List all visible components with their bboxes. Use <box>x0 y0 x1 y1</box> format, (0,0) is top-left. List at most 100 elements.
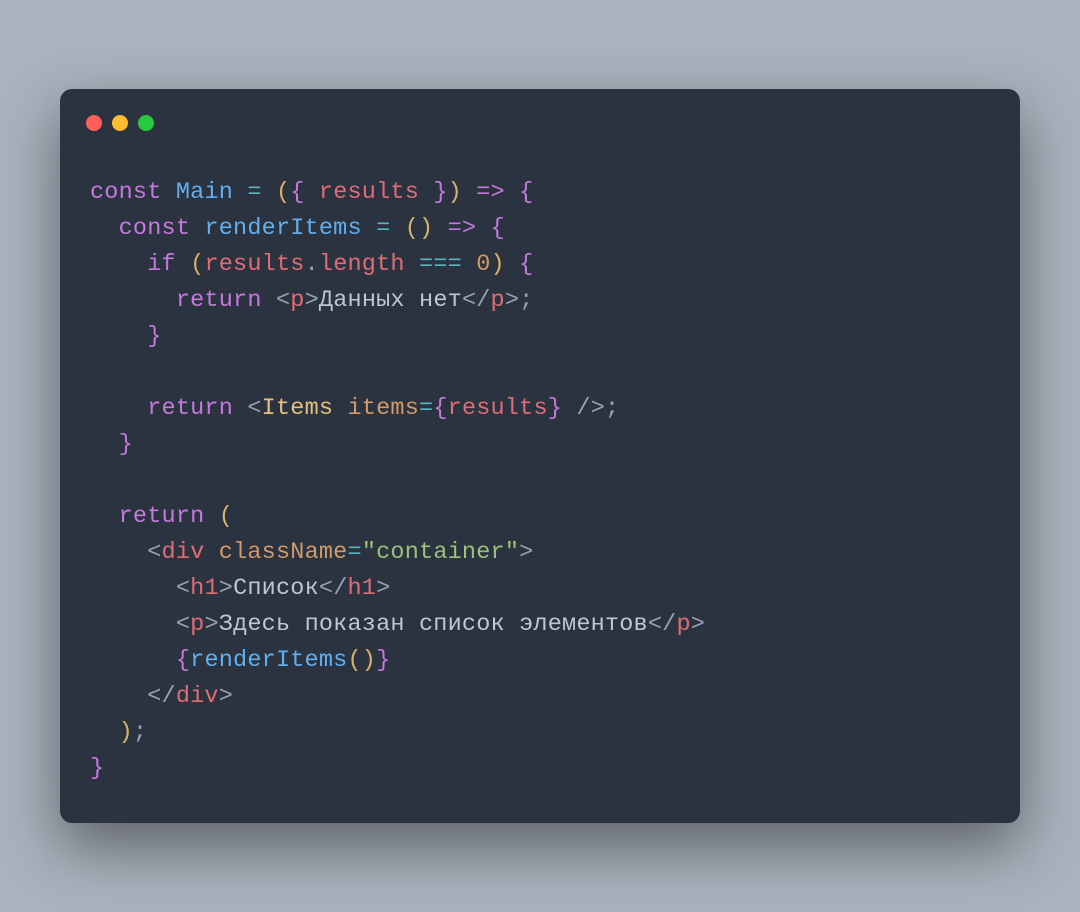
jsx-tag-div: div <box>162 539 205 566</box>
indent <box>90 719 119 746</box>
paren-open: ( <box>190 251 204 278</box>
jsx-gt: > <box>204 611 218 638</box>
paren-open: ( <box>276 179 290 206</box>
arrow: => <box>462 179 519 206</box>
code-window: const Main = ({ results }) => { const re… <box>60 89 1020 822</box>
indent <box>90 647 176 674</box>
indent <box>90 215 119 242</box>
keyword-if: if <box>147 251 176 278</box>
identifier-renderItems: renderItems <box>204 215 361 242</box>
jsx-ltc: </ <box>648 611 677 638</box>
jsx-tag-h1: h1 <box>348 575 377 602</box>
indent <box>90 611 176 638</box>
space <box>176 251 190 278</box>
close-icon[interactable] <box>86 115 102 131</box>
window-traffic-lights <box>86 115 990 131</box>
call-renderItems: renderItems <box>190 647 347 674</box>
member-length: length <box>319 251 405 278</box>
keyword-return: return <box>119 503 205 530</box>
jsx-brace-close: } <box>376 647 390 674</box>
code-block: const Main = ({ results }) => { const re… <box>90 175 990 786</box>
jsx-tag-p: p <box>190 611 204 638</box>
indent <box>90 431 119 458</box>
keyword-const: const <box>119 215 191 242</box>
brace-open: { <box>290 179 319 206</box>
minimize-icon[interactable] <box>112 115 128 131</box>
jsx-lt: < <box>176 611 190 638</box>
paren-close: ) <box>491 251 505 278</box>
brace-open: { <box>491 215 505 242</box>
indent <box>90 287 176 314</box>
semicolon: ; <box>519 287 533 314</box>
jsx-tag-div: div <box>176 683 219 710</box>
semicolon: ; <box>133 719 147 746</box>
arrow: => <box>433 215 490 242</box>
indent <box>90 323 147 350</box>
brace-close: } <box>119 431 133 458</box>
keyword-return: return <box>147 395 233 422</box>
paren-open: ( <box>347 647 361 674</box>
number-zero: 0 <box>476 251 490 278</box>
jsx-text-desc: Здесь показан список элементов <box>219 611 648 638</box>
jsx-tag-p: p <box>491 287 505 314</box>
assign: = <box>233 179 276 206</box>
paren-close: ) <box>419 215 433 242</box>
brace-open: { <box>505 251 534 278</box>
dot: . <box>305 251 319 278</box>
jsx-tag-p: p <box>676 611 690 638</box>
brace-open: { <box>519 179 533 206</box>
jsx-attr-items: items <box>348 395 420 422</box>
jsx-lt: < <box>247 395 261 422</box>
string-container: "container" <box>362 539 519 566</box>
jsx-text-nodata: Данных нет <box>319 287 462 314</box>
indent <box>90 251 147 278</box>
jsx-ltc: </ <box>319 575 348 602</box>
paren-close: ) <box>362 647 376 674</box>
equals: = <box>419 395 433 422</box>
jsx-selfclose: /> <box>562 395 605 422</box>
equals: = <box>348 539 362 566</box>
jsx-gt: > <box>219 683 233 710</box>
jsx-gt: > <box>519 539 533 566</box>
keyword-return: return <box>176 287 262 314</box>
jsx-ltc: </ <box>147 683 176 710</box>
var-results: results <box>204 251 304 278</box>
brace-close: } <box>419 179 448 206</box>
jsx-gt: > <box>376 575 390 602</box>
jsx-tag-p: p <box>290 287 304 314</box>
indent <box>90 539 147 566</box>
paren-open: ( <box>405 215 419 242</box>
paren-open: ( <box>204 503 233 530</box>
indent <box>90 575 176 602</box>
indent <box>90 395 147 422</box>
jsx-gt: > <box>505 287 519 314</box>
jsx-component-Items: Items <box>262 395 334 422</box>
jsx-tag-h1: h1 <box>190 575 219 602</box>
jsx-brace-open: { <box>433 395 447 422</box>
semicolon: ; <box>605 395 619 422</box>
paren-close: ) <box>448 179 462 206</box>
paren-close: ) <box>119 719 133 746</box>
zoom-icon[interactable] <box>138 115 154 131</box>
jsx-text-heading: Список <box>233 575 319 602</box>
jsx-gt: > <box>305 287 319 314</box>
jsx-gt: > <box>691 611 705 638</box>
jsx-lt: < <box>176 575 190 602</box>
indent <box>90 503 119 530</box>
jsx-lt: < <box>276 287 290 314</box>
brace-close: } <box>147 323 161 350</box>
jsx-ltc: </ <box>462 287 491 314</box>
jsx-brace-open: { <box>176 647 190 674</box>
indent <box>90 683 147 710</box>
assign: = <box>362 215 405 242</box>
identifier-Main: Main <box>176 179 233 206</box>
op-strict-eq: === <box>405 251 477 278</box>
var-results: results <box>448 395 548 422</box>
brace-close: } <box>90 755 104 782</box>
jsx-attr-className: className <box>219 539 348 566</box>
jsx-gt: > <box>219 575 233 602</box>
param-results: results <box>319 179 419 206</box>
keyword-const: const <box>90 179 162 206</box>
jsx-lt: < <box>147 539 161 566</box>
jsx-brace-close: } <box>548 395 562 422</box>
